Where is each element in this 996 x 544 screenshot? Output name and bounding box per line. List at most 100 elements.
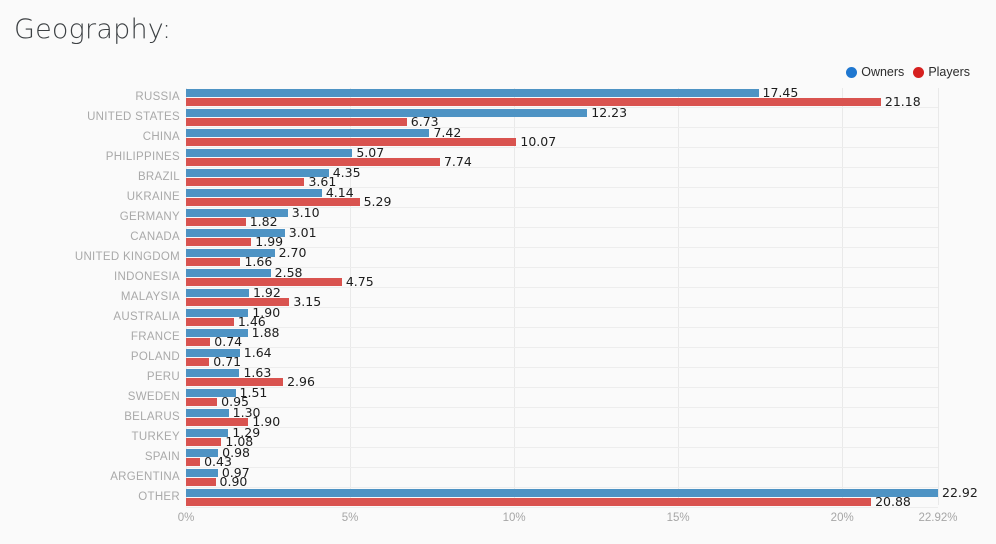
bar-value-label: 1.88: [251, 325, 280, 340]
bar-value-label: 21.18: [884, 94, 921, 109]
plot-area: 0% 5% 10% 15% 20% 22.92% RUSSIA 17.45 21.18 UNITE…: [75, 85, 978, 524]
bar-value-label: 22.92: [942, 485, 978, 500]
bar-players[interactable]: 2.96: [186, 374, 315, 389]
chart-row: POLAND 1.64 0.71: [131, 345, 938, 369]
bar-players[interactable]: 0.90: [186, 474, 247, 489]
chart-row: OTHER 22.92 20.88: [138, 485, 978, 509]
legend-label: Owners: [861, 65, 905, 79]
x-axis-tick-label: 22.92%: [918, 512, 958, 524]
category-label-united-states: UNITED STATES: [87, 111, 180, 123]
category-label-sweden: SWEDEN: [127, 391, 180, 403]
bar-owners[interactable]: 4.35: [186, 165, 361, 180]
category-label-australia: AUSTRALIA: [113, 311, 180, 323]
category-label-germany: GERMANY: [119, 211, 180, 223]
bar-players[interactable]: 0.95: [186, 394, 249, 409]
chart-row: ARGENTINA 0.97 0.90: [110, 465, 938, 489]
category-label-turkey: TURKEY: [131, 431, 180, 443]
bar-value-label: 4.75: [345, 274, 374, 289]
page-title: Geography:: [14, 14, 172, 45]
category-label-other: OTHER: [138, 491, 180, 503]
bar-players[interactable]: 10.07: [186, 134, 556, 149]
bar-owners[interactable]: 22.92: [186, 485, 978, 500]
category-label-poland: POLAND: [130, 351, 180, 363]
bar-owners[interactable]: 4.14: [186, 185, 354, 200]
chart-row: SPAIN 0.98 0.43: [145, 445, 938, 469]
bar-value-label: 3.01: [288, 225, 317, 240]
bar-owners[interactable]: 1.29: [186, 425, 260, 440]
x-axis-tick-label: 10%: [502, 512, 526, 524]
bar-players[interactable]: 0.71: [186, 354, 241, 369]
gridline-vertical: [938, 88, 939, 505]
bar-value-label: 5.29: [363, 194, 392, 209]
bar-value-label: 1.82: [249, 214, 278, 229]
bar-value-label: 1.66: [244, 254, 273, 269]
bar-players[interactable]: 1.08: [186, 434, 253, 449]
legend-item-owners[interactable]: Owners: [846, 65, 904, 79]
bar-players[interactable]: 5.29: [186, 194, 391, 209]
bar-players[interactable]: 0.43: [186, 454, 232, 469]
bar-players[interactable]: 1.99: [186, 234, 283, 249]
geography-bar-chart: 0% 5% 10% 15% 20% 22.92% RUSSIA 17.45 21.18 UNITE…: [0, 85, 996, 524]
chart-row: RUSSIA 17.45 21.18: [135, 85, 938, 109]
bar-owners[interactable]: 2.58: [186, 265, 302, 280]
bar-owners[interactable]: 5.07: [186, 145, 384, 160]
x-axis-tick-label: 0%: [177, 512, 195, 524]
chart-row: AUSTRALIA 1.90 1.46: [113, 305, 938, 329]
bar-owners[interactable]: 0.97: [186, 465, 250, 480]
legend-label: Players: [928, 65, 970, 79]
chart-row: TURKEY 1.29 1.08: [132, 425, 938, 449]
bar-players[interactable]: 3.61: [186, 174, 336, 189]
x-axis-tick-label: 5%: [341, 512, 359, 524]
bar-value-label: 10.07: [520, 134, 557, 149]
chart-row: FRANCE 1.88 0.74: [131, 325, 938, 349]
category-label-russia: RUSSIA: [135, 91, 180, 103]
category-label-china: CHINA: [142, 131, 180, 143]
bar-value-label: 20.88: [875, 494, 911, 509]
chart-row: PERU 1.63 2.96: [147, 365, 938, 389]
chart-row: CHINA 7.42 10.07: [143, 125, 938, 149]
circle-icon: [913, 66, 925, 78]
category-label-brazil: BRAZIL: [137, 171, 180, 183]
category-label-peru: PERU: [146, 371, 180, 383]
chart-row: PHILIPPINES 5.07 7.74: [106, 145, 938, 169]
bar-owners[interactable]: 1.63: [186, 365, 271, 380]
chart-row: INDONESIA 2.58 4.75: [114, 265, 938, 289]
bar-value-label: 0.71: [213, 354, 242, 369]
chart-row: SWEDEN 1.51 0.95: [128, 385, 938, 409]
bar-value-label: 0.90: [219, 474, 248, 489]
bar-players[interactable]: 21.18: [186, 94, 921, 109]
category-label-united-kingdom: UNITED KINGDOM: [74, 251, 180, 263]
chart-legend: Owners Players: [846, 65, 970, 79]
bar-owners[interactable]: 7.42: [186, 125, 461, 140]
bar-players[interactable]: 1.82: [186, 214, 278, 229]
bar-value-label: 7.74: [443, 154, 472, 169]
bar-value-label: 4.35: [332, 165, 361, 180]
chart-row: BRAZIL 4.35 3.61: [138, 165, 938, 189]
bar-value-label: 12.23: [591, 105, 628, 120]
category-label-argentina: ARGENTINA: [110, 471, 180, 483]
bar-owners[interactable]: 1.30: [186, 405, 260, 420]
circle-icon: [846, 66, 858, 78]
bar-value-label: 0.74: [214, 334, 243, 349]
bar-players[interactable]: 20.88: [186, 494, 911, 509]
bar-owners[interactable]: 12.23: [186, 105, 627, 120]
category-label-philippines: PHILIPPINES: [105, 151, 180, 163]
x-axis-tick-label: 15%: [666, 512, 690, 524]
bar-value-label: 3.15: [293, 294, 322, 309]
chart-row: UNITED STATES 12.23 6.73: [87, 105, 938, 129]
bar-owners[interactable]: 17.45: [186, 85, 798, 100]
category-label-spain: SPAIN: [144, 451, 180, 463]
category-label-belarus: BELARUS: [124, 411, 180, 423]
bar-value-label: 2.96: [287, 374, 315, 389]
bar-players[interactable]: 6.73: [186, 114, 439, 129]
bar-players[interactable]: 0.74: [186, 334, 242, 349]
category-label-malaysia: MALAYSIA: [120, 291, 180, 303]
legend-item-players[interactable]: Players: [913, 65, 970, 79]
bar-players[interactable]: 7.74: [186, 154, 472, 169]
x-axis-tick-label: 20%: [830, 512, 854, 524]
bar-players[interactable]: 1.66: [186, 254, 272, 269]
chart-row: BELARUS 1.30 1.90: [124, 405, 938, 429]
category-label-ukraine: UKRAINE: [126, 191, 180, 203]
bar-owners[interactable]: 1.92: [186, 285, 281, 300]
bar-players[interactable]: 1.46: [186, 314, 266, 329]
